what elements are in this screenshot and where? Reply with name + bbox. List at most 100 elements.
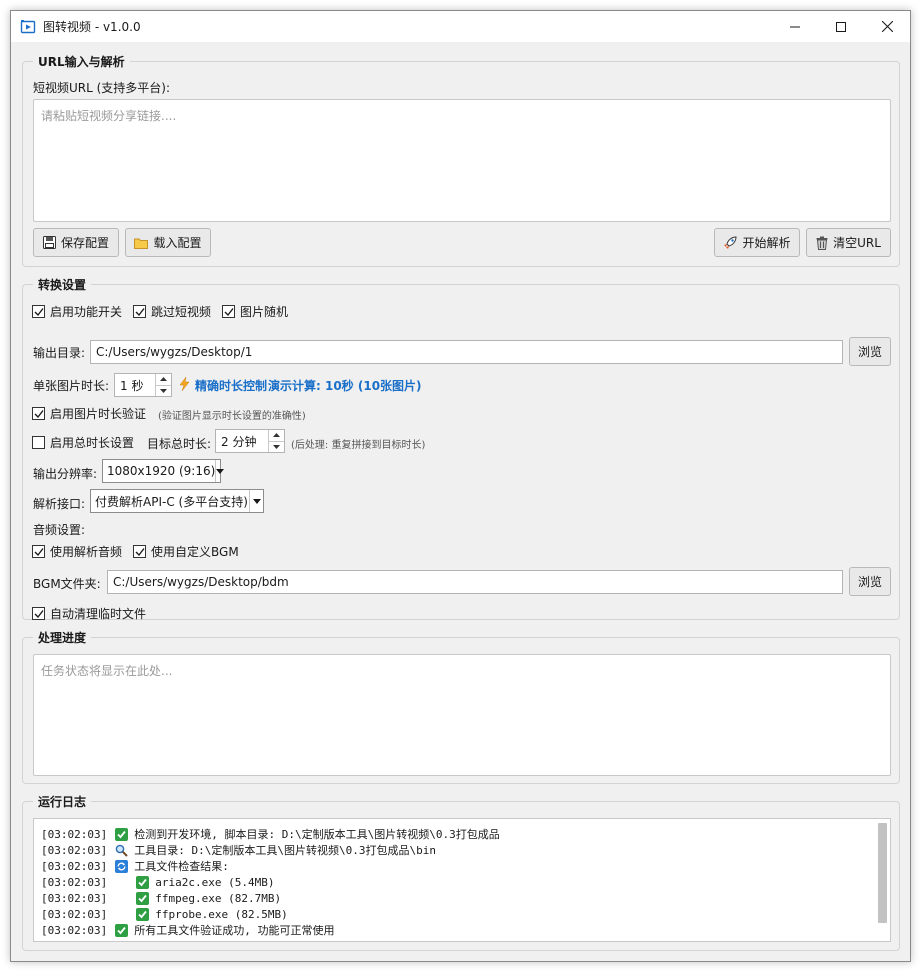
- auto-clean-checkbox[interactable]: 自动清理临时文件: [32, 605, 146, 622]
- progress-group-title: 处理进度: [33, 629, 92, 646]
- log-message: ffprobe.exe (82.5MB): [155, 907, 288, 921]
- checkmark-icon: [34, 409, 44, 418]
- load-config-button[interactable]: 载入配置: [125, 228, 211, 257]
- log-line: [03:02:03] ffmpeg.exe (82.7MB): [41, 890, 281, 906]
- single-duration-spinbox[interactable]: 1 秒: [114, 373, 172, 397]
- bgm-browse-button[interactable]: 浏览: [849, 567, 891, 596]
- log-line: [03:02:03] ffprobe.exe (82.5MB): [41, 906, 288, 922]
- check-icon: [136, 891, 150, 905]
- resolution-value: 1080x1920 (9:16): [107, 464, 216, 478]
- checkbox-box[interactable]: [32, 607, 45, 620]
- post-process-hint: (后处理: 重复拼接到目标时长): [291, 440, 426, 451]
- minimize-button[interactable]: [772, 11, 818, 42]
- output-browse-button[interactable]: 浏览: [849, 337, 891, 366]
- resolution-select[interactable]: 1080x1920 (9:16): [102, 459, 225, 483]
- checkbox-box[interactable]: [32, 407, 45, 420]
- arrow-up-icon: [160, 377, 167, 382]
- parsed-audio-checkbox[interactable]: 使用解析音频: [32, 543, 122, 560]
- chevron-down-icon: [249, 490, 263, 512]
- bgm-folder-input[interactable]: C:/Users/wygzs/Desktop/bdm: [107, 570, 843, 594]
- url-input[interactable]: 请粘贴短视频分享链接....: [33, 99, 891, 222]
- floppy-icon: [42, 236, 56, 249]
- skip-short-video-checkbox[interactable]: 跳过短视频: [133, 303, 211, 320]
- target-total-spinbox[interactable]: 2 分钟: [215, 429, 285, 453]
- target-total-label: 目标总时长:: [147, 437, 212, 451]
- checkbox-box[interactable]: [32, 436, 45, 449]
- minimize-icon: [790, 26, 800, 27]
- app-icon: [20, 19, 36, 35]
- checkmark-icon: [224, 307, 234, 316]
- spin-down-button[interactable]: [269, 440, 284, 453]
- custom-bgm-label: 使用自定义BGM: [151, 545, 239, 559]
- api-select[interactable]: 付费解析API-C (多平台支持): [90, 489, 264, 513]
- arrow-down-icon: [273, 444, 280, 449]
- log-message: 工具文件检查结果:: [134, 860, 229, 873]
- clear-url-button[interactable]: 清空URL: [806, 228, 891, 257]
- refresh-icon: [115, 859, 129, 873]
- spin-down-button[interactable]: [156, 384, 171, 397]
- enable-feature-label: 启用功能开关: [50, 305, 123, 319]
- checkbox-box[interactable]: [222, 305, 235, 318]
- checkmark-icon: [34, 307, 44, 316]
- title-bar: 图转视频 - v1.0.0: [11, 11, 910, 42]
- enable-feature-checkbox[interactable]: 启用功能开关: [32, 303, 122, 320]
- checkbox-box[interactable]: [32, 545, 45, 558]
- log-timestamp: [03:02:03]: [41, 891, 108, 905]
- url-group-title: URL输入与解析: [33, 53, 130, 70]
- log-timestamp: [03:02:03]: [41, 843, 108, 857]
- api-value: 付费解析API-C (多平台支持): [95, 494, 248, 509]
- log-scrollbar[interactable]: [878, 823, 887, 923]
- audio-settings-label: 音频设置:: [33, 523, 86, 537]
- random-image-checkbox[interactable]: 图片随机: [222, 303, 288, 320]
- convert-group-title: 转换设置: [33, 276, 92, 293]
- spin-up-button[interactable]: [269, 430, 284, 441]
- clear-url-label: 清空URL: [833, 236, 881, 250]
- checkbox-box[interactable]: [133, 305, 146, 318]
- checkmark-icon: [135, 307, 145, 316]
- save-config-button[interactable]: 保存配置: [33, 228, 119, 257]
- duration-verify-checkbox[interactable]: 启用图片时长验证: [32, 405, 146, 422]
- arrow-down-icon: [160, 388, 167, 393]
- single-duration-label: 单张图片时长:: [33, 379, 110, 393]
- api-label: 解析接口:: [33, 497, 86, 511]
- start-parse-label: 开始解析: [742, 236, 791, 250]
- checkbox-box[interactable]: [32, 305, 45, 318]
- random-image-label: 图片随机: [240, 305, 289, 319]
- parsed-audio-label: 使用解析音频: [50, 545, 123, 559]
- checkbox-box[interactable]: [133, 545, 146, 558]
- load-config-label: 载入配置: [153, 236, 202, 250]
- duration-verify-hint: (验证图片显示时长设置的准确性): [158, 411, 306, 422]
- log-timestamp: [03:02:03]: [41, 907, 108, 921]
- url-input-group: URL输入与解析 短视频URL (支持多平台): 请粘贴短视频分享链接.... …: [22, 53, 900, 267]
- log-output[interactable]: [03:02:03] 检测到开发环境, 脚本目录: D:\定制版本工具\图片转视频…: [33, 818, 891, 942]
- log-group: 运行日志 [03:02:03] 检测到开发环境, 脚本目录: D:\定制版本工具\…: [22, 793, 900, 951]
- start-parse-button[interactable]: 开始解析: [714, 228, 800, 257]
- log-line: [03:02:03] 工具目录: D:\定制版本工具\图片转视频\0.3打包成品\…: [41, 842, 436, 858]
- precise-control-label: 精确时长控制: [195, 379, 268, 393]
- bgm-folder-label: BGM文件夹:: [33, 577, 101, 591]
- output-dir-input[interactable]: C:/Users/wygzs/Desktop/1: [90, 340, 843, 364]
- log-message: ffmpeg.exe (82.7MB): [155, 891, 282, 905]
- skip-short-video-label: 跳过短视频: [151, 305, 212, 319]
- magnifier-icon: [115, 844, 128, 857]
- checkmark-icon: [34, 609, 44, 618]
- checkmark-icon: [135, 547, 145, 556]
- close-button[interactable]: [864, 11, 910, 42]
- folder-icon: [134, 238, 149, 249]
- custom-bgm-checkbox[interactable]: 使用自定义BGM: [133, 543, 239, 560]
- total-duration-label: 启用总时长设置: [50, 436, 135, 450]
- progress-group: 处理进度 任务状态将显示在此处...: [22, 629, 900, 784]
- log-message: 所有工具文件验证成功, 功能可正常使用: [134, 924, 335, 937]
- progress-output[interactable]: 任务状态将显示在此处...: [33, 654, 891, 776]
- maximize-icon: [836, 21, 846, 32]
- checkmark-icon: [34, 547, 44, 556]
- url-placeholder: 请粘贴短视频分享链接....: [41, 109, 177, 123]
- total-duration-checkbox[interactable]: 启用总时长设置: [32, 434, 134, 451]
- demo-calc-label: 演示计算: 10秒 (10张图片): [268, 379, 422, 393]
- log-timestamp: [03:02:03]: [41, 827, 108, 841]
- target-total-value: 2 分钟: [221, 434, 257, 449]
- log-line: [03:02:03] aria2c.exe (5.4MB): [41, 874, 274, 890]
- spin-up-button[interactable]: [156, 374, 171, 385]
- close-icon: [881, 21, 893, 32]
- maximize-button[interactable]: [818, 11, 864, 42]
